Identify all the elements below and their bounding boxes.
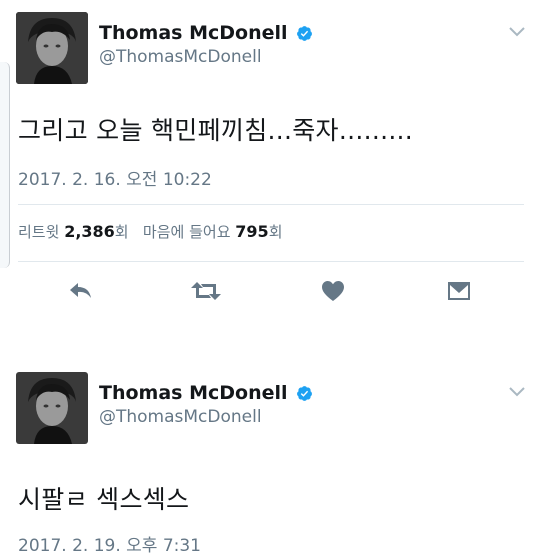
verified-badge-icon <box>296 385 312 401</box>
divider <box>18 261 524 262</box>
verified-badge-icon <box>296 25 312 41</box>
tweet-stats: 리트윗 2,386회 마음에 들어요 795회 <box>18 221 283 242</box>
author-name[interactable]: Thomas McDonell <box>99 22 288 44</box>
avatar[interactable] <box>16 372 88 444</box>
author-name[interactable]: Thomas McDonell <box>99 382 288 404</box>
author-handle[interactable]: @ThomasMcDonell <box>99 407 262 427</box>
tweet-text: 시팔ㄹ 섹스섹스 <box>18 485 190 514</box>
tweet-text: 그리고 오늘 핵민페끼침...죽자......... <box>18 116 414 145</box>
author-row: Thomas McDonell <box>99 382 313 404</box>
direct-message-button[interactable] <box>442 275 476 307</box>
retweet-icon <box>191 282 221 300</box>
heart-icon <box>322 281 344 301</box>
retweets-count[interactable]: 2,386 <box>64 222 115 241</box>
avatar[interactable] <box>16 12 88 84</box>
reply-button[interactable] <box>64 275 98 307</box>
retweet-button[interactable] <box>189 275 223 307</box>
chevron-down-icon[interactable] <box>508 386 526 398</box>
tweet-actions <box>0 275 540 307</box>
tweet-card-1: Thomas McDonell @ThomasMcDonell 그리고 오늘 핵… <box>0 0 540 340</box>
retweets-unit: 회 <box>114 223 129 241</box>
likes-label: 마음에 들어요 <box>142 223 231 241</box>
tweet-timestamp[interactable]: 2017. 2. 16. 오전 10:22 <box>18 165 212 190</box>
chevron-down-icon[interactable] <box>508 26 526 38</box>
tweet-card-2: Thomas McDonell @ThomasMcDonell 시팔ㄹ 섹스섹스… <box>0 360 540 557</box>
like-button[interactable] <box>316 275 350 307</box>
likes-unit: 회 <box>268 223 283 241</box>
author-row: Thomas McDonell <box>99 22 313 44</box>
likes-count[interactable]: 795 <box>235 222 268 241</box>
tweet-timestamp[interactable]: 2017. 2. 19. 오후 7:31 <box>18 531 201 556</box>
envelope-icon <box>448 282 470 300</box>
reply-icon <box>70 283 91 298</box>
author-handle[interactable]: @ThomasMcDonell <box>99 47 262 67</box>
retweets-label: 리트윗 <box>18 223 60 241</box>
divider <box>18 204 524 205</box>
